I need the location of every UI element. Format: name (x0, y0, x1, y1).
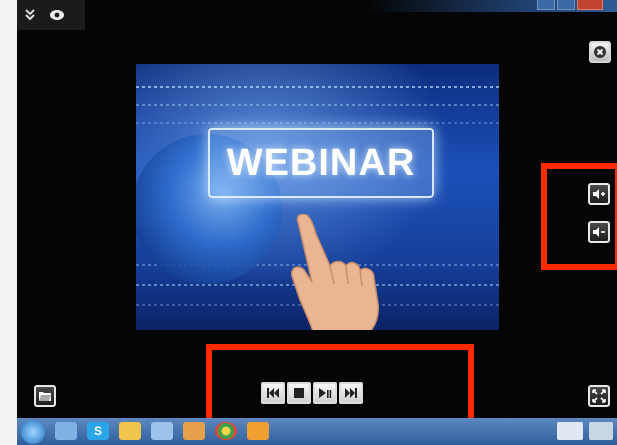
media-icon[interactable] (247, 422, 269, 440)
volume-up-button[interactable] (588, 183, 610, 205)
webinar-screen: WEBINAR (208, 128, 434, 198)
fullscreen-button[interactable] (588, 385, 610, 407)
stop-button[interactable] (287, 382, 311, 404)
hand-graphic (290, 214, 379, 330)
skype-icon[interactable]: S (87, 422, 109, 440)
top-left-toolbar (17, 0, 85, 30)
volume-down-icon (593, 227, 605, 237)
tray-up-icon[interactable] (557, 422, 583, 440)
video-headline: WEBINAR (226, 141, 416, 184)
folder-icon[interactable] (119, 422, 141, 440)
media-player-window: WEBINAR S (17, 0, 617, 445)
previous-icon (267, 388, 279, 398)
close-player-button[interactable] (589, 41, 611, 63)
windows-taskbar: S (17, 418, 617, 445)
previous-button[interactable] (261, 382, 285, 404)
open-folder-button[interactable] (34, 385, 56, 407)
close-icon (594, 46, 606, 58)
video-frame[interactable]: WEBINAR (136, 64, 499, 330)
eye-icon[interactable] (49, 9, 65, 21)
maximize-button[interactable] (557, 0, 575, 10)
window-icon[interactable] (151, 422, 173, 440)
chrome-icon[interactable] (215, 422, 237, 440)
window-close-button[interactable] (577, 0, 603, 10)
volume-highlight-box (541, 163, 617, 270)
fullscreen-icon (592, 389, 606, 403)
next-button[interactable] (339, 382, 363, 404)
minimize-button[interactable] (537, 0, 555, 10)
explorer-icon[interactable] (55, 422, 77, 440)
stop-icon (294, 388, 304, 398)
volume-up-icon (593, 189, 605, 199)
show-desktop-button[interactable] (589, 422, 613, 440)
next-icon (345, 388, 357, 398)
play-pause-button[interactable] (313, 382, 337, 404)
start-icon[interactable] (21, 420, 45, 444)
play-pause-icon (319, 388, 332, 398)
app-icon[interactable] (183, 422, 205, 440)
double-chevron-down-icon[interactable] (25, 9, 35, 21)
volume-down-button[interactable] (588, 221, 610, 243)
open-folder-icon (39, 392, 51, 401)
